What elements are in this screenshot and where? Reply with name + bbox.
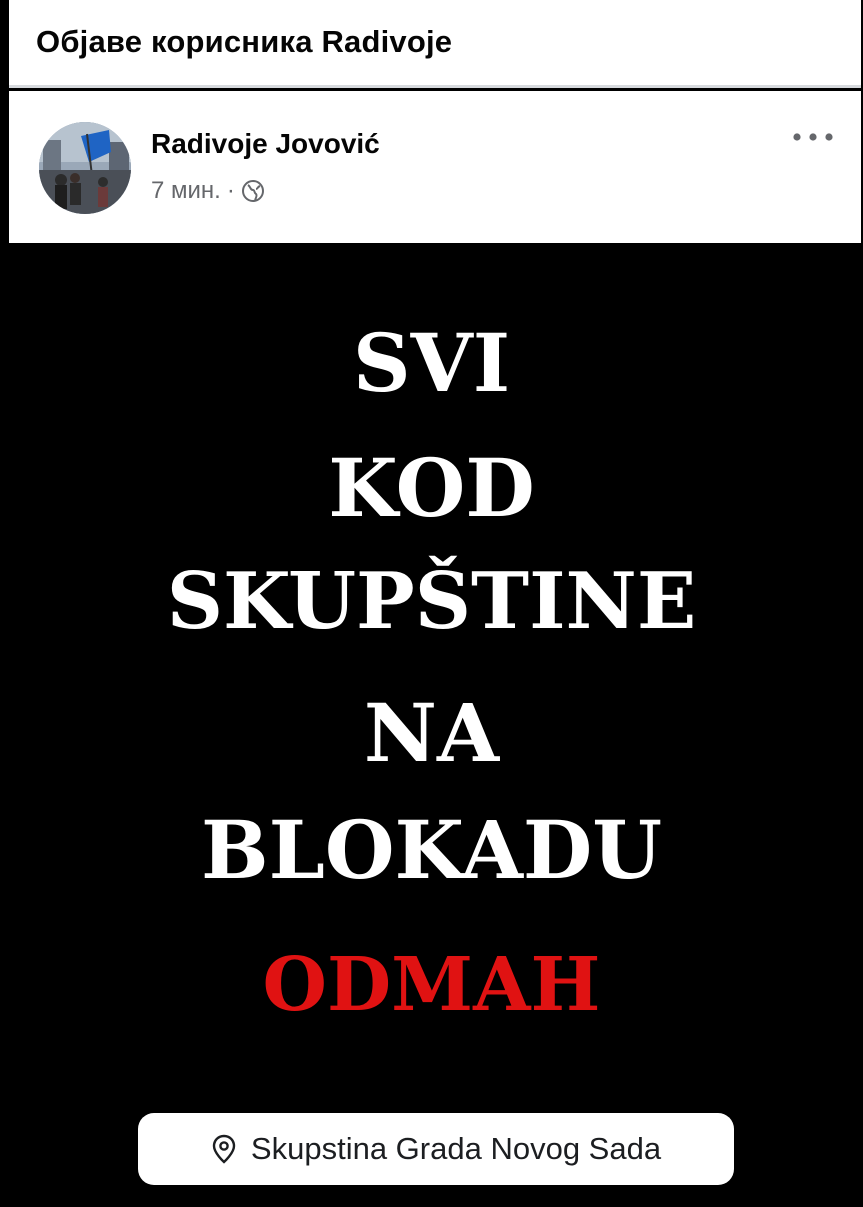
meta-separator: ·	[226, 177, 235, 204]
post-header: Radivoje Jovović 7 мин. ·	[9, 91, 861, 243]
post-meta: 7 мин. ·	[151, 177, 265, 205]
page-title: Објаве корисника Radivoje	[36, 24, 453, 59]
poster-line-6: ODMAH	[262, 942, 601, 1028]
more-options-icon[interactable]	[789, 127, 837, 147]
location-label: Skupstina Grada Novog Sada	[250, 1131, 662, 1166]
author-name[interactable]: Radivoje Jovović	[151, 128, 380, 160]
avatar[interactable]	[39, 122, 131, 214]
poster-line-3: SKUPŠTINE	[166, 556, 697, 647]
poster-line-2: KOD	[328, 441, 535, 535]
top-header: Објаве корисника Radivoje	[9, 0, 861, 88]
poster-line-1: SVI	[352, 316, 511, 410]
location-pin-icon	[211, 1134, 237, 1164]
poster-line-4: NA	[363, 686, 500, 780]
post-image[interactable]: SVI KOD SKUPŠTINE NA BLOKADU ODMAH Skups…	[0, 243, 863, 1207]
location-tag[interactable]: Skupstina Grada Novog Sada	[138, 1113, 734, 1185]
globe-icon	[241, 179, 265, 203]
facebook-post-page: Објаве корисника Radivoje Radivoje Jovov…	[0, 0, 863, 1207]
poster-line-5: BLOKADU	[200, 803, 663, 897]
post-time[interactable]: 7 мин.	[151, 177, 221, 205]
avatar-photo	[39, 122, 131, 214]
